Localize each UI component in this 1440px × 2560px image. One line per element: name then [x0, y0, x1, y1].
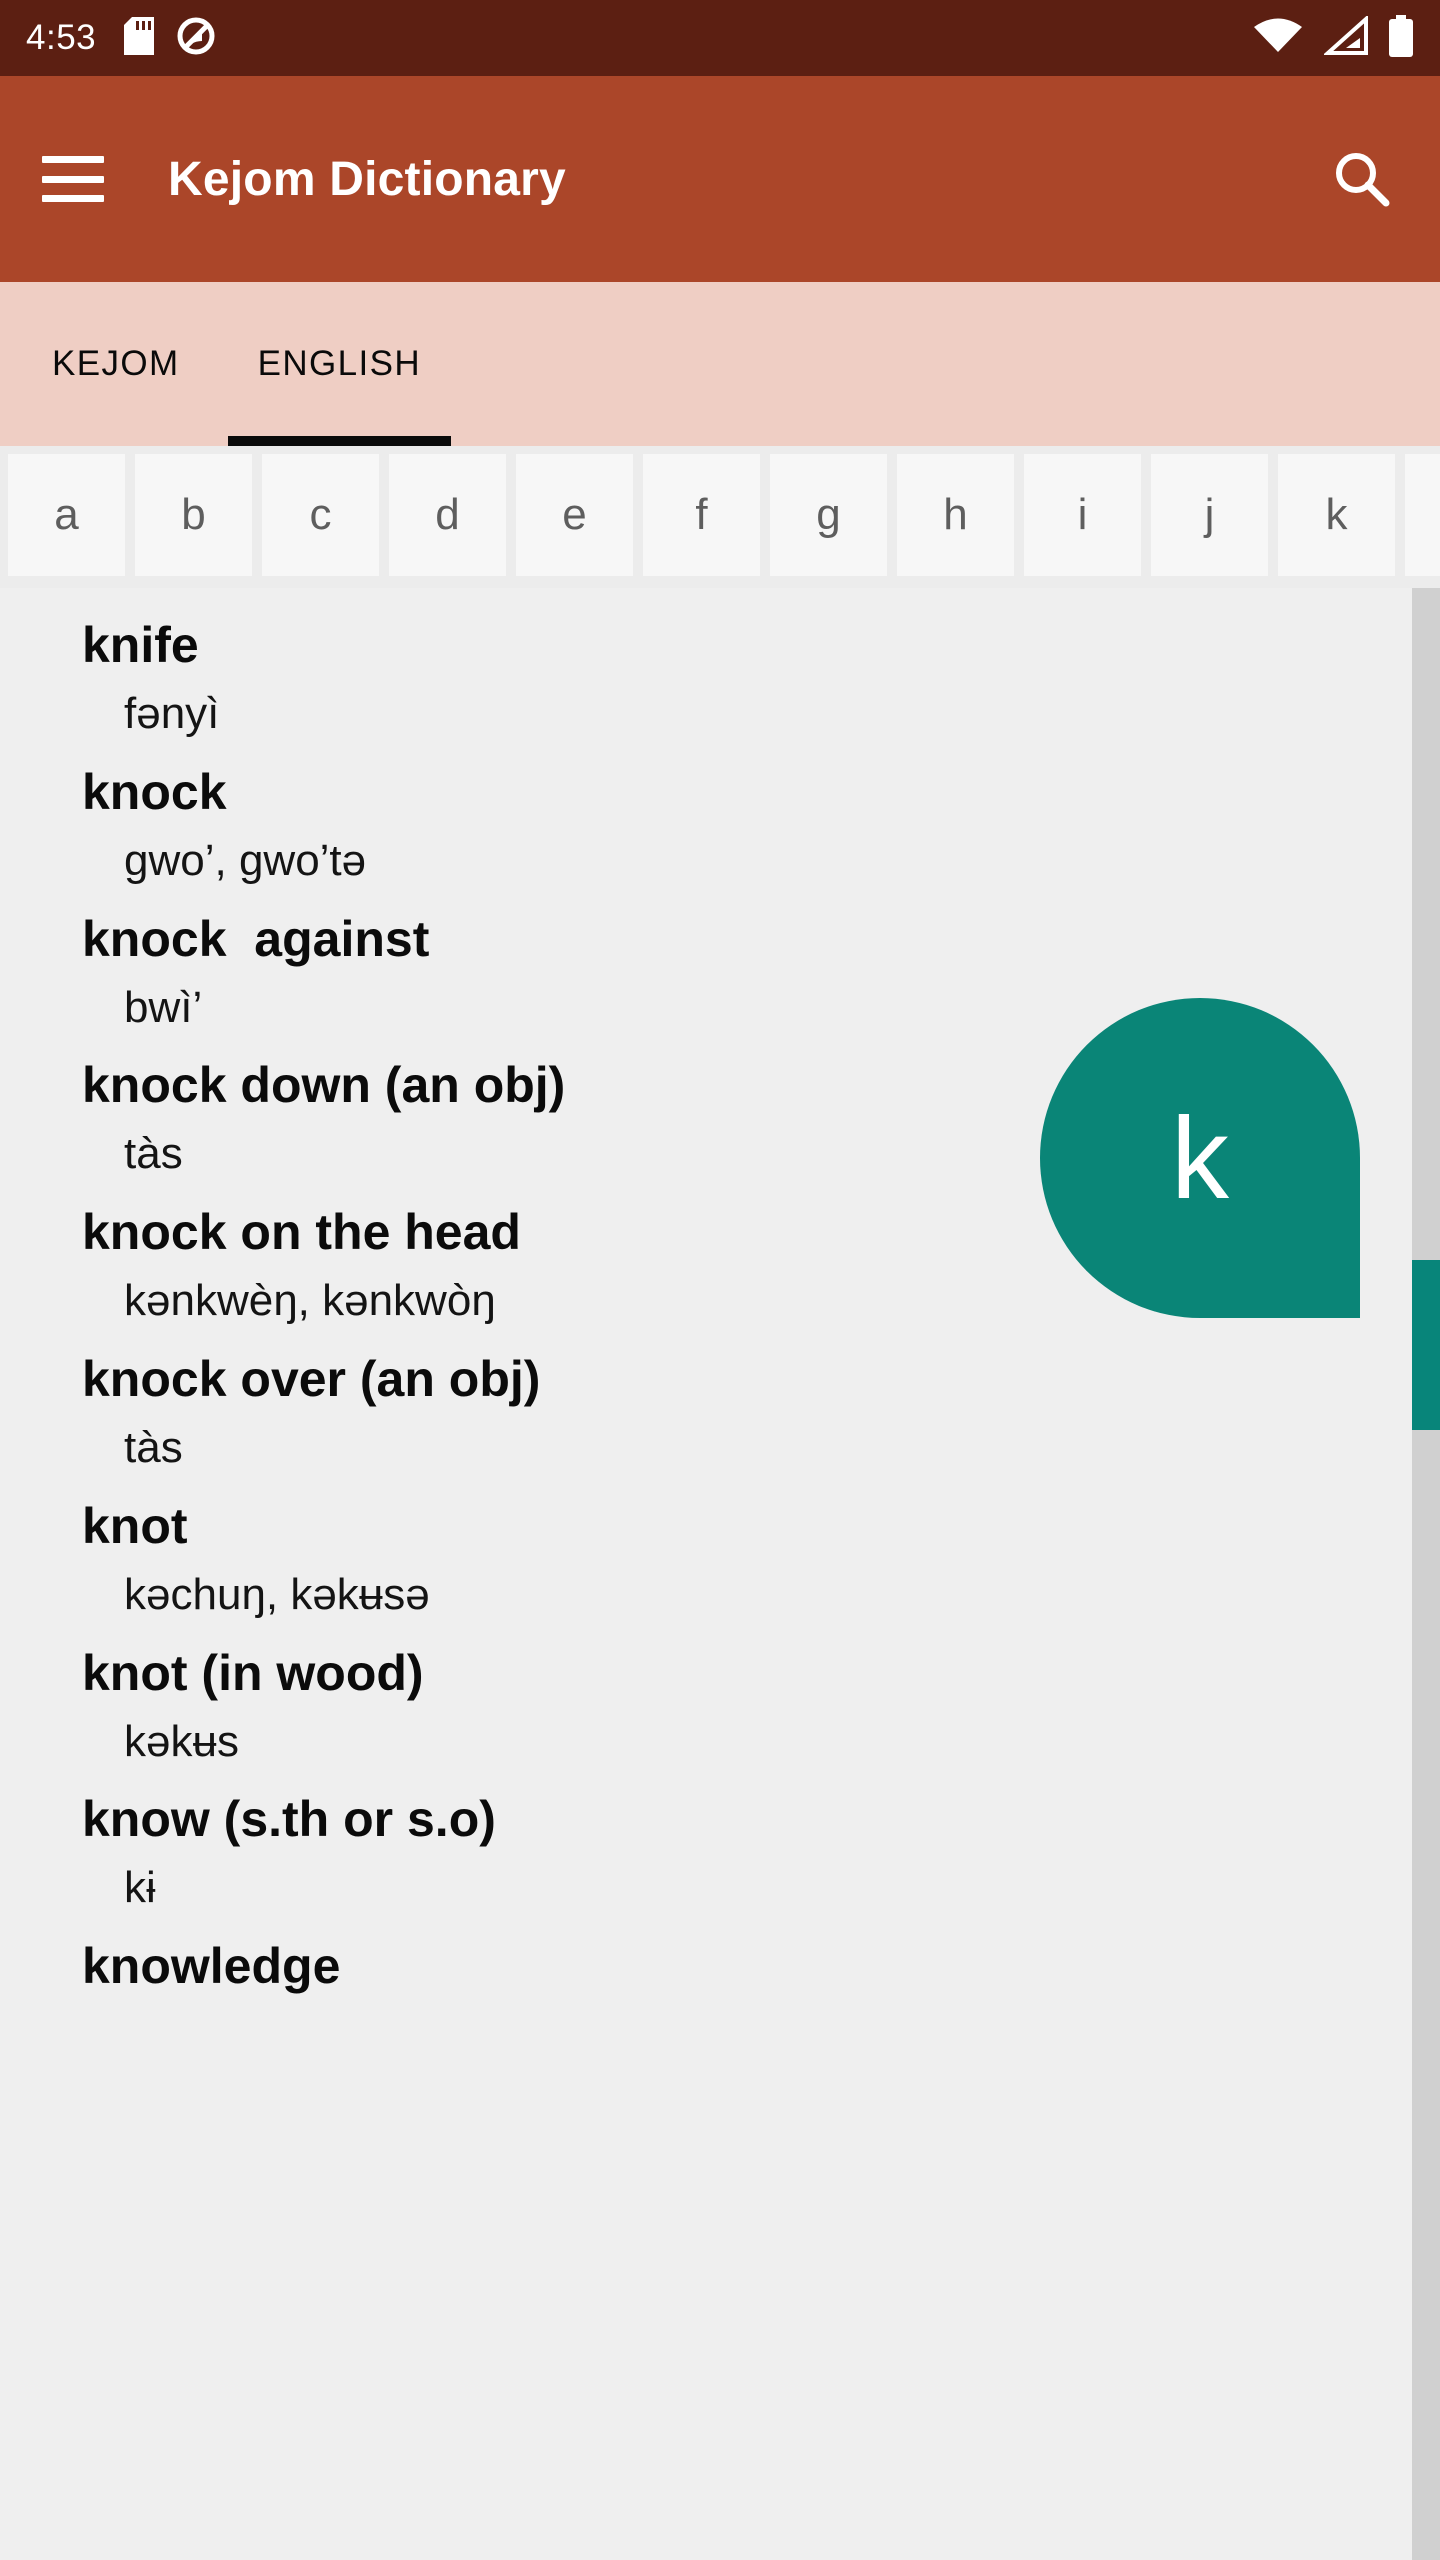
alpha-chip-l[interactable]: l	[1405, 454, 1440, 576]
tab-english-indicator	[227, 436, 452, 446]
search-icon[interactable]	[1326, 143, 1398, 215]
list-item[interactable]: knowledge	[0, 1937, 1440, 1996]
status-bar: 4:53	[0, 0, 1440, 76]
list-item[interactable]: knife fənyì	[0, 616, 1440, 741]
entry-headword: knife	[82, 617, 199, 673]
fast-scroll-bubble[interactable]: k	[1040, 998, 1360, 1318]
alpha-chip-h[interactable]: h	[897, 454, 1014, 576]
alpha-chip-i[interactable]: i	[1024, 454, 1141, 576]
tab-kejom-label: KEJOM	[52, 344, 180, 383]
list-item[interactable]: knock over (an obj) tàs	[0, 1350, 1440, 1475]
list-item[interactable]: know (s.th or s.o) kɨ	[0, 1790, 1440, 1915]
tab-kejom[interactable]: KEJOM	[22, 282, 210, 446]
alpha-chip-k[interactable]: k	[1278, 454, 1395, 576]
language-tab-bar: KEJOM ENGLISH	[0, 282, 1440, 446]
status-bar-system-icons	[1252, 14, 1414, 62]
entry-headword: knock against	[82, 910, 430, 967]
entry-gloss: kəkʉs	[124, 1716, 239, 1766]
page-title: Kejom Dictionary	[168, 152, 566, 206]
entry-headword: knock	[82, 763, 227, 820]
scrollbar-track[interactable]	[1412, 588, 1440, 2560]
entry-gloss: kɨ	[124, 1863, 156, 1913]
alpha-chip-d[interactable]: d	[389, 454, 506, 576]
fast-scroll-letter: k	[1171, 1093, 1229, 1223]
status-bar-notification-icons	[124, 16, 216, 61]
entry-headword: knot (in wood)	[82, 1644, 424, 1701]
list-item[interactable]: knot kəchuŋ, kəkʉsə	[0, 1497, 1440, 1622]
hamburger-menu-icon[interactable]	[42, 156, 104, 202]
entry-headword: knot	[82, 1497, 188, 1554]
entry-gloss: tàs	[124, 1422, 183, 1472]
app-screen: 4:53 Kejom Dictionary KEJOM ENGLISH a b …	[0, 0, 1440, 2560]
alpha-chip-j[interactable]: j	[1151, 454, 1268, 576]
alpha-chip-g[interactable]: g	[770, 454, 887, 576]
alpha-chip-c[interactable]: c	[262, 454, 379, 576]
alphabet-index-strip[interactable]: a b c d e f g h i j k l	[0, 446, 1440, 588]
do-not-disturb-icon	[176, 16, 216, 61]
tab-english-label: ENGLISH	[257, 344, 422, 383]
battery-full-icon	[1388, 14, 1414, 62]
app-bar: Kejom Dictionary	[0, 76, 1440, 282]
entry-gloss: fənyì	[124, 689, 220, 738]
word-list-container: knife fənyì knock gwo’, gwo’tə knock aga…	[0, 588, 1440, 2560]
scrollbar-thumb[interactable]	[1412, 1260, 1440, 1430]
alpha-chip-e[interactable]: e	[516, 454, 633, 576]
alpha-chip-f[interactable]: f	[643, 454, 760, 576]
alpha-chip-a[interactable]: a	[8, 454, 125, 576]
entry-headword: knock over (an obj)	[82, 1350, 541, 1407]
list-item[interactable]: knock gwo’, gwo’tə	[0, 763, 1440, 888]
cellular-signal-icon	[1322, 14, 1368, 61]
list-item[interactable]: knot (in wood) kəkʉs	[0, 1644, 1440, 1769]
sd-card-icon	[124, 16, 155, 60]
entry-gloss: gwo’, gwo’tə	[124, 835, 367, 885]
alpha-chip-b[interactable]: b	[135, 454, 252, 576]
wifi-icon	[1252, 16, 1304, 61]
tab-english[interactable]: ENGLISH	[227, 282, 452, 446]
status-bar-clock: 4:53	[26, 18, 97, 57]
entry-headword: knowledge	[82, 1938, 341, 1995]
entry-headword: know (s.th or s.o)	[82, 1791, 496, 1848]
entry-gloss: kəchuŋ, kəkʉsə	[124, 1569, 430, 1619]
